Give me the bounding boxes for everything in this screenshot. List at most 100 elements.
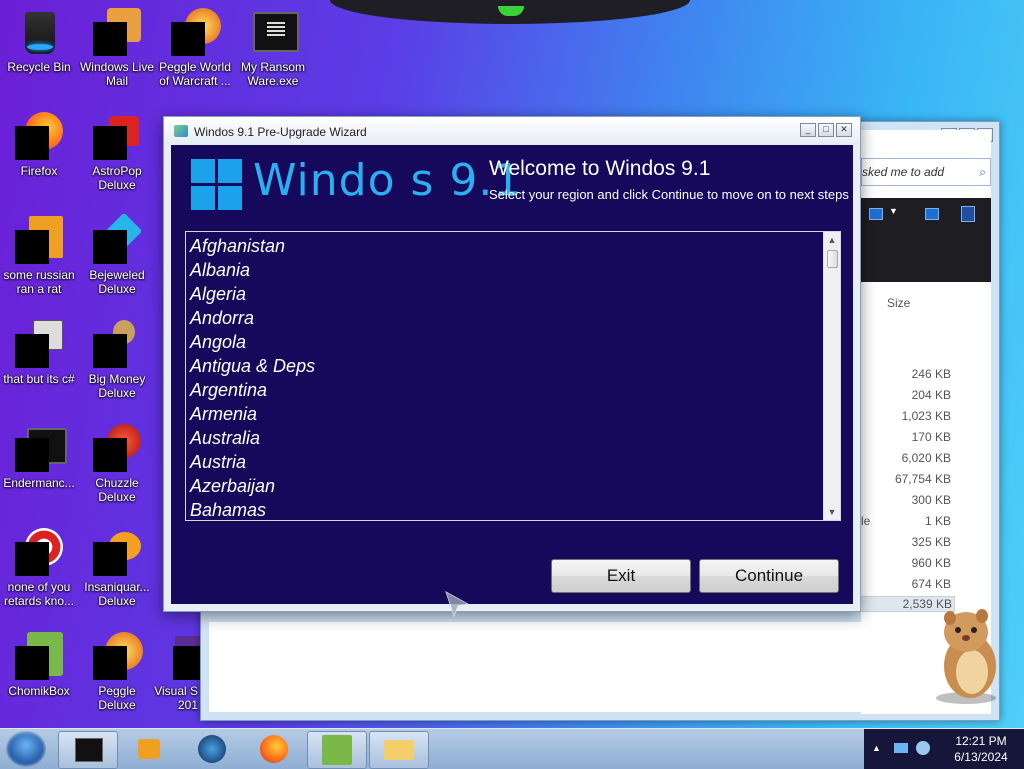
scroll-up-icon[interactable]: ▲ — [824, 232, 840, 248]
desktop-icon-big-money[interactable]: Big Money Deluxe — [78, 320, 156, 400]
desktop-icon-label: some russian ran a rat — [3, 268, 75, 296]
taskbar-item-explorer[interactable] — [369, 731, 429, 769]
media-player-icon — [138, 739, 160, 759]
list-item[interactable]: Albania — [190, 258, 840, 282]
wizard-titlebar[interactable]: Windos 9.1 Pre-Upgrade Wizard _ □ ✕ — [164, 117, 860, 145]
list-item[interactable]: Algeria — [190, 282, 840, 306]
folder-icon — [384, 740, 414, 760]
region-listbox[interactable]: Afghanistan Albania Algeria Andorra Ango… — [185, 231, 841, 521]
file-size: 1 KB — [924, 514, 951, 528]
list-item[interactable]: Austria — [190, 450, 840, 474]
file-size: 67,754 KB — [894, 472, 951, 486]
money-bag-icon — [93, 320, 141, 368]
desktop-icon-ransomware[interactable]: My Ransom Ware.exe — [234, 8, 312, 88]
desktop-icon-label: ChomikBox — [8, 684, 70, 698]
volume-icon[interactable] — [916, 741, 930, 755]
clock-date: 6/13/2024 — [954, 750, 1008, 764]
chevron-down-icon[interactable]: ▼ — [889, 206, 898, 216]
desktop-icon-russian-rat[interactable]: some russian ran a rat — [0, 216, 78, 296]
list-item[interactable]: Australia — [190, 426, 840, 450]
taskbar-item-console[interactable] — [58, 731, 118, 769]
firefox-icon — [260, 735, 288, 763]
maximize-button[interactable]: □ — [818, 123, 834, 137]
desktop-icon-label: Visual S 201 — [154, 684, 198, 712]
chomikbox-icon — [322, 735, 352, 765]
console-app-icon — [249, 8, 299, 56]
desktop-icon-none-of-you[interactable]: none of you retards kno... — [0, 528, 78, 608]
desktop-icon-label: Peggle Deluxe — [98, 684, 136, 712]
size-column-header[interactable]: Size — [887, 296, 910, 310]
view-icon[interactable] — [869, 208, 883, 220]
minimize-button[interactable]: _ — [800, 123, 816, 137]
bejeweled-icon — [93, 212, 143, 264]
continue-button[interactable]: Continue — [699, 559, 839, 593]
windows-logo-icon — [191, 159, 243, 211]
file-size: 674 KB — [911, 577, 951, 591]
desktop-icon-label: that but its c# — [3, 372, 75, 386]
astropop-icon — [93, 112, 141, 160]
desktop-icon-astropop[interactable]: AstroPop Deluxe — [78, 112, 156, 192]
desktop-icon-insaniquarium[interactable]: Insaniquar... Deluxe — [78, 528, 156, 608]
explorer-name-fragment: le — [861, 514, 871, 528]
taskbar-clock[interactable]: 12:21 PM 6/13/2024 — [946, 733, 1016, 765]
list-item[interactable]: Andorra — [190, 306, 840, 330]
list-item[interactable]: Bahamas — [190, 498, 840, 520]
close-button[interactable]: ✕ — [836, 123, 852, 137]
wizard-title: Windos 9.1 Pre-Upgrade Wizard — [194, 125, 367, 139]
product-logo-text: Windo s 9.1 — [253, 155, 523, 206]
fish-icon — [93, 528, 141, 576]
clock-time: 12:21 PM — [955, 734, 1007, 748]
desktop-icon-chomikbox[interactable]: ChomikBox — [0, 632, 78, 698]
windows-stack-icon — [15, 320, 63, 368]
file-size: 204 KB — [911, 388, 951, 402]
desktop-icon-recycle-bin[interactable]: Recycle Bin — [0, 8, 78, 74]
desktop-icon-windows-live-mail[interactable]: Windows Live Mail — [78, 8, 156, 88]
visual-studio-icon — [153, 632, 204, 680]
explorer-search-box[interactable]: sked me to add ⌕ — [861, 158, 991, 186]
upgrade-wizard-window[interactable]: Windos 9.1 Pre-Upgrade Wizard _ □ ✕ Wind… — [163, 116, 861, 612]
desktop-icon-label: My Ransom Ware.exe — [240, 60, 305, 88]
desktop-icon-label: Chuzzle Deluxe — [95, 476, 139, 504]
chevron-up-icon[interactable]: ▲ — [872, 743, 881, 753]
file-size: 325 KB — [911, 535, 951, 549]
desktop-icon-label: Firefox — [20, 164, 58, 178]
desktop-icon-label: Endermanc... — [3, 476, 75, 490]
list-item[interactable]: Afghanistan — [190, 234, 840, 258]
desktop-icon-label: Peggle World of Warcraft ... — [159, 60, 231, 88]
start-button[interactable] — [6, 731, 46, 767]
file-size: 1,023 KB — [901, 409, 951, 423]
file-size: 6,020 KB — [901, 451, 951, 465]
desktop-icon-firefox[interactable]: Firefox — [0, 112, 78, 178]
exit-button[interactable]: Exit — [551, 559, 691, 593]
scrollbar-thumb[interactable] — [827, 250, 838, 268]
list-item[interactable]: Angola — [190, 330, 840, 354]
wizard-app-icon — [174, 125, 188, 137]
desktop-icon-peggle-wow[interactable]: Peggle World of Warcraft ... — [156, 8, 234, 88]
list-item[interactable]: Armenia — [190, 402, 840, 426]
desktop-icon-peggle-deluxe[interactable]: Peggle Deluxe — [78, 632, 156, 712]
scroll-down-icon[interactable]: ▼ — [824, 504, 840, 520]
taskbar-item-chomikbox[interactable] — [307, 731, 367, 769]
desktop-icon-label: Windows Live Mail — [79, 60, 155, 88]
listbox-scrollbar[interactable]: ▲ ▼ — [823, 232, 840, 520]
firefox-icon — [15, 112, 63, 160]
taskbar-item-media-player[interactable] — [120, 731, 178, 767]
list-item[interactable]: Antigua & Deps — [190, 354, 840, 378]
list-item[interactable]: Azerbaijan — [190, 474, 840, 498]
desktop-icon-chuzzle[interactable]: Chuzzle Deluxe — [78, 424, 156, 504]
desktop-icon-that-but-csharp[interactable]: that but its c# — [0, 320, 78, 386]
hamster-mascot-icon — [936, 609, 996, 704]
chomikbox-icon — [15, 632, 63, 680]
desktop-icon-bejeweled[interactable]: Bejeweled Deluxe — [78, 212, 156, 296]
desktop-icon-endermanch[interactable]: Endermanc... — [0, 424, 78, 490]
search-icon[interactable]: ⌕ — [979, 159, 986, 185]
preview-pane-icon[interactable] — [925, 208, 939, 220]
network-icon[interactable] — [894, 743, 908, 753]
desktop-icon-label: Recycle Bin — [7, 60, 71, 74]
taskbar-item-firefox[interactable] — [246, 731, 304, 767]
help-icon[interactable] — [961, 206, 975, 222]
wizard-body: Windo s 9.1 Welcome to Windos 9.1 Select… — [171, 145, 853, 604]
taskbar-item-browser[interactable] — [184, 731, 242, 767]
desktop-icon-visual-studio[interactable]: Visual S 201 — [150, 632, 204, 712]
list-item[interactable]: Argentina — [190, 378, 840, 402]
